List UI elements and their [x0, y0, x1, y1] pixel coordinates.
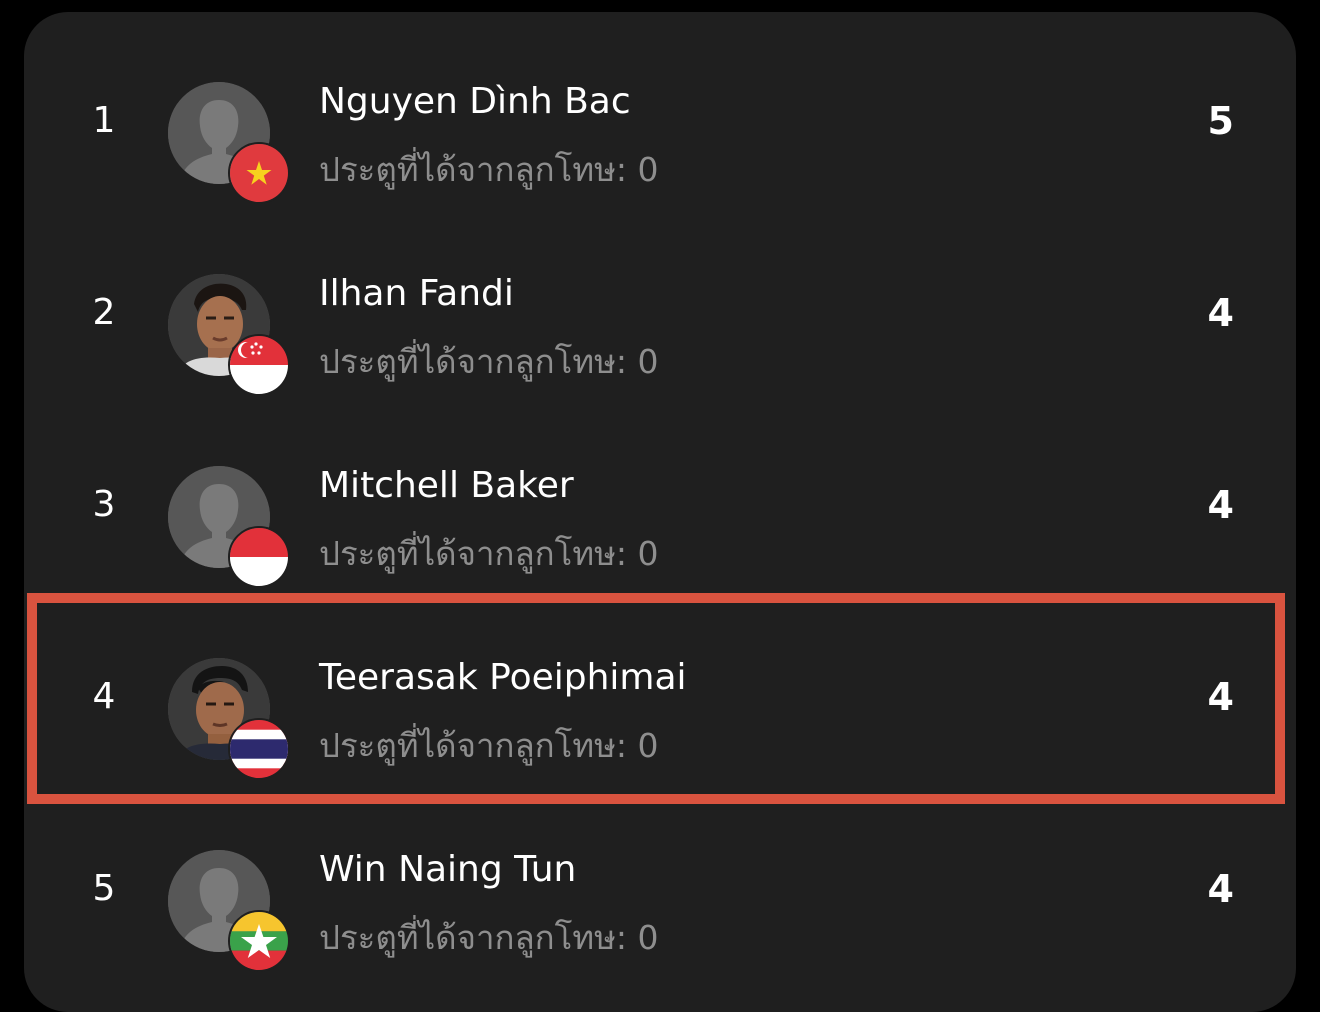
player-name: Nguyen Dình Bac — [319, 81, 631, 122]
rank-number: 3 — [92, 484, 116, 525]
goals-count: 5 — [1207, 99, 1234, 143]
player-row[interactable]: 3 Mitchell Baker ประตูที่ได้จากลูกโทษ: 0… — [24, 409, 1296, 601]
player-avatar-group — [168, 82, 290, 204]
goals-count: 4 — [1207, 291, 1234, 335]
rank-number: 2 — [92, 292, 116, 333]
player-name: Ilhan Fandi — [319, 273, 514, 314]
thailand-flag-icon — [228, 718, 290, 780]
rank-number: 1 — [92, 100, 116, 141]
goals-count: 4 — [1207, 867, 1234, 911]
singapore-flag-icon — [228, 334, 290, 396]
player-avatar-group — [168, 850, 290, 972]
rank-number: 4 — [92, 676, 116, 717]
goals-count: 4 — [1207, 483, 1234, 527]
indonesia-flag-icon — [228, 526, 290, 588]
player-row-highlighted[interactable]: 4 Teerasak Poeiphimai ประตูที่ได้จากลูกโ… — [24, 601, 1296, 793]
rank-number: 5 — [92, 868, 116, 909]
player-name: Win Naing Tun — [319, 849, 577, 890]
player-name: Mitchell Baker — [319, 465, 574, 506]
penalty-goals-text: ประตูที่ได้จากลูกโทษ: 0 — [319, 150, 659, 189]
penalty-goals-text: ประตูที่ได้จากลูกโทษ: 0 — [319, 918, 659, 957]
player-avatar-group — [168, 466, 290, 588]
player-name: Teerasak Poeiphimai — [319, 657, 687, 698]
vietnam-flag-icon — [228, 142, 290, 204]
penalty-goals-text: ประตูที่ได้จากลูกโทษ: 0 — [319, 342, 659, 381]
myanmar-flag-icon — [228, 910, 290, 972]
goals-count: 4 — [1207, 675, 1234, 719]
player-row[interactable]: 5 Win Naing Tun ประตูที่ได้จากลูกโทษ: 0 … — [24, 793, 1296, 985]
player-row[interactable]: 1 Nguyen Dình Bac ประตูที่ได้จากลูกโทษ: … — [24, 25, 1296, 217]
penalty-goals-text: ประตูที่ได้จากลูกโทษ: 0 — [319, 534, 659, 573]
penalty-goals-text: ประตูที่ได้จากลูกโทษ: 0 — [319, 726, 659, 765]
player-row[interactable]: 2 Ilhan Fandi ประตูที่ได้จากลูกโทษ: 0 4 — [24, 217, 1296, 409]
top-scorers-card: 1 Nguyen Dình Bac ประตูที่ได้จากลูกโทษ: … — [24, 12, 1296, 1012]
player-avatar-group — [168, 274, 290, 396]
player-avatar-group — [168, 658, 290, 780]
